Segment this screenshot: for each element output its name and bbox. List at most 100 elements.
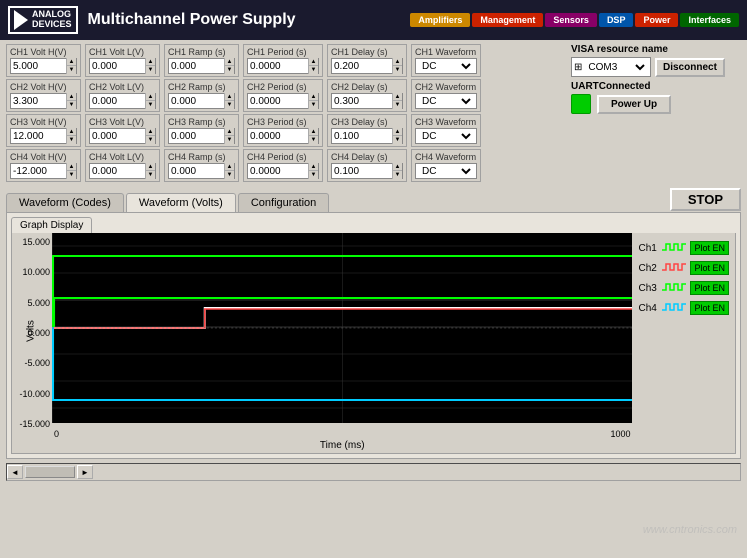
ch4-delay-input[interactable]: 0.100 ▲ ▼ [331,163,403,179]
ch3-volt-l-input[interactable]: 0.000 ▲ ▼ [89,128,156,144]
visa-com-select[interactable]: ⊞ COM3COM1COM2 [571,57,651,77]
tab-waveform-codes[interactable]: Waveform (Codes) [6,193,124,212]
app-container: ANALOGDEVICES Multichannel Power Supply … [0,0,747,558]
chart-canvas-wrapper: Volts [52,233,632,428]
ch2-volt-h-label: CH2 Volt H(V) [10,82,77,92]
ch4-waveform-dropdown[interactable]: DCSineSquare [418,165,474,178]
y-tick-6: 10.000 [22,267,50,277]
ch3-period-group: CH3 Period (s) 0.0000 ▲ ▼ [243,114,323,147]
ch4-volt-h-input[interactable]: -12.000 ▲ ▼ [10,163,77,179]
ch2-volt-l-label: CH2 Volt L(V) [89,82,156,92]
nav-interfaces[interactable]: Interfaces [680,13,739,27]
ch1-volt-h-input[interactable]: 5.000 ▲ ▼ [10,58,77,74]
ch1-delay-input[interactable]: 0.200 ▲ ▼ [331,58,403,74]
ch1-volt-l-input[interactable]: 0.000 ▲ ▼ [89,58,156,74]
ch4-ramp-input[interactable]: 0.000 ▲ ▼ [168,163,235,179]
y-tick-2: -10.000 [19,389,50,399]
ch3-period-input[interactable]: 0.0000 ▲ ▼ [247,128,319,144]
ch2-waveform-dropdown[interactable]: DCSineSquare [418,95,474,108]
ch3-volt-h-label: CH3 Volt H(V) [10,117,77,127]
ch1-volt-h-up[interactable]: ▲ [67,58,76,66]
ch3-waveform-dropdown[interactable]: DCSineSquare [418,130,474,143]
chart-area: Volts [52,233,632,453]
ch3-volt-h-value: 12.000 [11,131,66,142]
ch3-volt-l-value: 0.000 [90,131,145,142]
ch2-volt-l-value: 0.000 [90,96,145,107]
ch2-volt-h-down[interactable]: ▼ [67,101,76,109]
ch2-period-input[interactable]: 0.0000 ▲ ▼ [247,93,319,109]
x-axis-label: Time (ms) [52,440,632,453]
uart-row: Power Up [571,94,741,114]
ch1-volt-l-label: CH1 Volt L(V) [89,47,156,57]
ch4-waveform-group: CH4 Waveform DCSineSquare [411,149,481,182]
tab-configuration[interactable]: Configuration [238,193,329,212]
ch4-waveform-select[interactable]: DCSineSquare [415,163,477,179]
ch3-volt-l-label: CH3 Volt L(V) [89,117,156,127]
ch3-waveform-select[interactable]: DCSineSquare [415,128,477,144]
scroll-thumb[interactable] [25,466,75,478]
ch1-ramp-input[interactable]: 0.000 ▲ ▼ [168,58,235,74]
nav-sensors[interactable]: Sensors [545,13,597,27]
ch2-row: CH2 Volt H(V) 3.300 ▲ ▼ CH2 Volt L(V) 0.… [6,79,565,112]
ch2-period-label: CH2 Period (s) [247,82,319,92]
ch1-delay-value: 0.200 [332,61,392,72]
scroll-left-button[interactable]: ◄ [7,465,23,479]
nav-amplifiers[interactable]: Amplifiers [410,13,470,27]
ch1-delay-down[interactable]: ▼ [393,66,402,74]
disconnect-button[interactable]: Disconnect [655,58,725,77]
ch4-delay-group: CH4 Delay (s) 0.100 ▲ ▼ [327,149,407,182]
legend-ch4-icon [662,302,686,314]
legend-ch1-plot-en[interactable]: Plot EN [690,241,729,255]
ch4-volt-l-input[interactable]: 0.000 ▲ ▼ [89,163,156,179]
ch2-volt-h-up[interactable]: ▲ [67,93,76,101]
ch2-volt-l-input[interactable]: 0.000 ▲ ▼ [89,93,156,109]
stop-button[interactable]: STOP [670,188,741,211]
ch4-volt-h-label: CH4 Volt H(V) [10,152,77,162]
ch1-waveform-select[interactable]: DCSineSquare [415,58,477,74]
ch4-period-input[interactable]: 0.0000 ▲ ▼ [247,163,319,179]
ch1-volt-h-group: CH1 Volt H(V) 5.000 ▲ ▼ [6,44,81,77]
app-title: Multichannel Power Supply [88,11,411,29]
scrollbar[interactable]: ◄ ► [6,463,741,481]
ch2-period-value: 0.0000 [248,96,308,107]
ch1-ramp-down[interactable]: ▼ [225,66,234,74]
ch1-ramp-up[interactable]: ▲ [225,58,234,66]
legend-ch1-label: Ch1 [638,243,658,254]
ch3-delay-group: CH3 Delay (s) 0.100 ▲ ▼ [327,114,407,147]
ch1-volt-l-down[interactable]: ▼ [146,66,155,74]
legend-ch2-plot-en[interactable]: Plot EN [690,261,729,275]
ch1-period-input[interactable]: 0.0000 ▲ ▼ [247,58,319,74]
ch3-volt-h-group: CH3 Volt H(V) 12.000 ▲ ▼ [6,114,81,147]
nav-management[interactable]: Management [472,13,543,27]
visa-com-dropdown[interactable]: COM3COM1COM2 [584,61,648,74]
ch4-ramp-value: 0.000 [169,166,224,177]
legend-ch3-plot-en[interactable]: Plot EN [690,281,729,295]
ch1-delay-up[interactable]: ▲ [393,58,402,66]
ch3-volt-h-input[interactable]: 12.000 ▲ ▼ [10,128,77,144]
ch2-waveform-select[interactable]: DCSineSquare [415,93,477,109]
power-up-button[interactable]: Power Up [597,95,671,114]
graph-display-tab[interactable]: Graph Display [11,217,92,233]
tab-waveform-volts[interactable]: Waveform (Volts) [126,193,236,212]
ch1-period-up[interactable]: ▲ [309,58,318,66]
ch4-period-value: 0.0000 [248,166,308,177]
legend-ch4-plot-en[interactable]: Plot EN [690,301,729,315]
ch2-ramp-input[interactable]: 0.000 ▲ ▼ [168,93,235,109]
ch2-volt-h-input[interactable]: 3.300 ▲ ▼ [10,93,77,109]
ch1-volt-l-up[interactable]: ▲ [146,58,155,66]
ch2-ramp-value: 0.000 [169,96,224,107]
ch1-volt-l-arrows: ▲ ▼ [145,58,155,74]
nav-dsp[interactable]: DSP [599,13,634,27]
ch1-waveform-dropdown[interactable]: DCSineSquare [418,60,474,73]
nav-power[interactable]: Power [635,13,678,27]
scroll-right-button[interactable]: ► [77,465,93,479]
ch1-volt-h-down[interactable]: ▼ [67,66,76,74]
graph-svg [52,233,632,423]
ch2-delay-input[interactable]: 0.300 ▲ ▼ [331,93,403,109]
ch3-ramp-input[interactable]: 0.000 ▲ ▼ [168,128,235,144]
ch2-volt-h-value: 3.300 [11,96,66,107]
ch1-volt-h-label: CH1 Volt H(V) [10,47,77,57]
ch3-delay-input[interactable]: 0.100 ▲ ▼ [331,128,403,144]
ch1-period-down[interactable]: ▼ [309,66,318,74]
uart-group: UARTConnected Power Up [571,81,741,114]
